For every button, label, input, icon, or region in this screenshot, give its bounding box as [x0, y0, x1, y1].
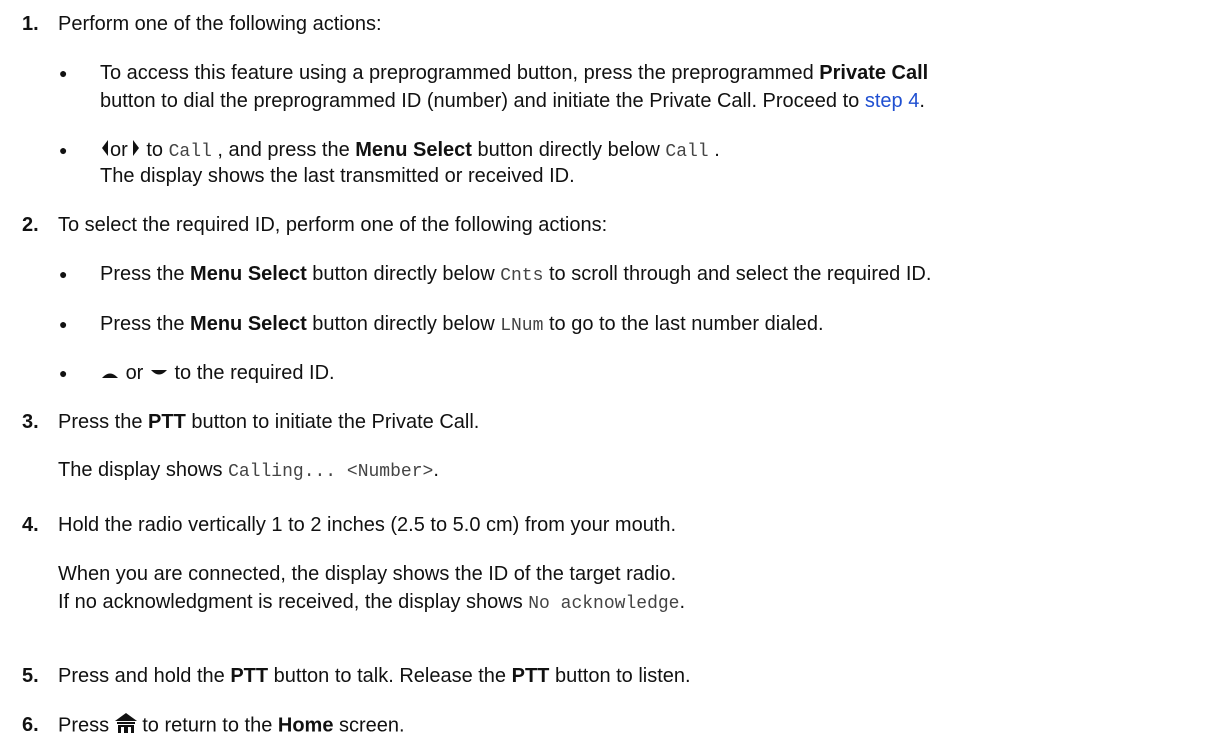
- step-5-text: Press and hold the PTT button to talk. R…: [58, 665, 691, 687]
- step-number: 4.: [22, 514, 39, 536]
- step-1-bullet-1-line-1: To access this feature using a preprogra…: [100, 62, 929, 84]
- step-2-bullet-1: Press the Menu Select button directly be…: [100, 263, 932, 286]
- step-number: 3.: [22, 411, 39, 433]
- down-arrow-icon: [149, 362, 169, 386]
- step-number: 5.: [22, 665, 39, 687]
- home-icon: [114, 713, 137, 739]
- bullet: ●: [59, 65, 68, 81]
- step-number: 6.: [22, 714, 39, 736]
- procedure-page: { "steps": [ { "number": "1.", "intro": …: [0, 0, 1222, 741]
- left-arrow-icon: [100, 139, 110, 163]
- step-1-bullet-1-line-2: button to dial the preprogrammed ID (num…: [100, 90, 925, 112]
- step-3-text: Press the PTT button to initiate the Pri…: [58, 411, 480, 433]
- step-6-text: Press to return to the Home screen.: [58, 713, 405, 739]
- step-4-text: Hold the radio vertically 1 to 2 inches …: [58, 514, 677, 536]
- right-arrow-icon: [131, 139, 141, 163]
- step-2-bullet-2: Press the Menu Select button directly be…: [100, 313, 824, 336]
- up-arrow-icon: [100, 362, 120, 386]
- step-number: 1.: [22, 13, 39, 35]
- step-1-bullet-2-line-1: or to Call , and press the Menu Select b…: [100, 138, 720, 164]
- step-4-result-line-1: When you are connected, the display show…: [58, 563, 677, 585]
- step-2-bullet-3: or to the required ID.: [100, 361, 335, 386]
- step-1-bullet-2-line-2: The display shows the last transmitted o…: [100, 165, 575, 187]
- step-1-intro: Perform one of the following actions:: [58, 13, 382, 35]
- step-4-result-line-2: If no acknowledgment is received, the di…: [58, 591, 686, 614]
- bullet: ●: [59, 266, 68, 282]
- bullet: ●: [59, 142, 68, 158]
- step-4-link[interactable]: step 4: [865, 90, 919, 112]
- step-3-result: The display shows Calling... <Number>.: [58, 459, 439, 482]
- step-2-intro: To select the required ID, perform one o…: [58, 214, 608, 236]
- bullet: ●: [59, 316, 68, 332]
- bullet: ●: [59, 365, 68, 381]
- step-number: 2.: [22, 214, 39, 236]
